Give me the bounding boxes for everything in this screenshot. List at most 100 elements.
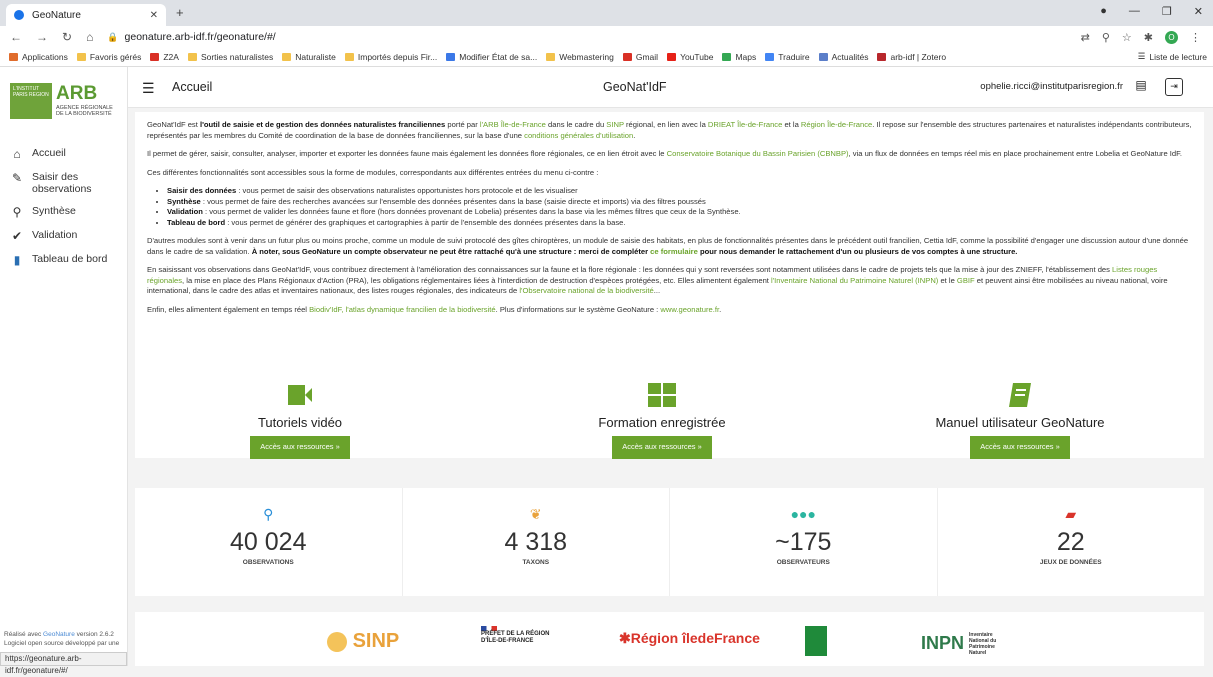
cgu-link[interactable]: conditions générales d'utilisation (524, 131, 633, 140)
arb-logo[interactable]: L'INSTITUT PARIS REGION ARB AGENCE RÉGIO… (10, 83, 122, 121)
url-field[interactable]: 🔒 geonature.arb-idf.fr/geonature/#/ (107, 31, 275, 43)
inpn-logo[interactable]: INPN Inventaire National du Patrimoine N… (921, 632, 1009, 656)
maximize-icon[interactable]: ❐ (1162, 5, 1172, 18)
video-icon (288, 385, 312, 405)
bookmark-item[interactable]: arb-idf | Zotero (877, 52, 946, 62)
logout-icon[interactable]: ⇥ (1165, 78, 1183, 96)
prefet-logo[interactable]: PRÉFET DE LA RÉGION D'ÎLE-DE-FRANCE (481, 626, 561, 645)
lock-icon: 🔒 (107, 31, 119, 42)
folder-icon (344, 53, 354, 61)
region-logo[interactable]: ✱Région îledeFrance (619, 630, 760, 647)
profile-dot-icon[interactable]: ● (1100, 5, 1107, 18)
sidebar-footer: Réalisé avec GeoNature version 2.6.2 Log… (4, 631, 120, 647)
resource-manuel: Manuel utilisateur GeoNature Accès aux r… (910, 382, 1130, 459)
modules-list: Saisir des données : vous permet de sais… (147, 186, 1192, 228)
leaf-icon: ❦ (529, 506, 542, 522)
intro-paragraph: En saisissant vos observations dans GeoN… (147, 265, 1168, 295)
bookmark-item[interactable]: YouTube (667, 52, 713, 62)
bookmark-apps[interactable]: Applications (9, 52, 68, 62)
arb-logo-subtitle: AGENCE RÉGIONALE DE LA BIODIVERSITÉ (56, 105, 113, 117)
resource-button[interactable]: Accès aux ressources » (250, 436, 350, 459)
cbnbp-link[interactable]: Conservatoire Botanique du Bassin Parisi… (667, 149, 849, 158)
onb-link[interactable]: l'Observatoire national de la biodiversi… (519, 286, 653, 295)
bookmark-item[interactable]: Gmail (622, 52, 658, 62)
window-controls: ● — ❐ ✕ (1100, 5, 1203, 18)
stat-label: TAXONS (522, 559, 550, 566)
gmail-icon (150, 53, 160, 61)
menu-dots-icon[interactable]: ⋮ (1190, 31, 1201, 44)
arb-link[interactable]: l'ARB Île-de-France (480, 120, 546, 129)
book-icon (1009, 383, 1031, 407)
bookmark-item[interactable]: Traduire (765, 52, 810, 62)
intro-card: GeoNat'IdF est l'outil de saisie et de g… (135, 112, 1204, 459)
intro-paragraph: Ces différentes fonctionnalités sont acc… (147, 167, 599, 177)
bookmark-item[interactable]: Naturaliste (282, 52, 336, 62)
geonature-favicon-icon (14, 10, 24, 20)
back-icon[interactable]: ← (10, 30, 22, 44)
biodividf-link[interactable]: Biodiv'IdF, l'atlas dynamique francilien… (309, 305, 496, 314)
extensions-icon[interactable]: ✱ (1144, 31, 1153, 44)
bookmark-item[interactable]: Webmastering (546, 52, 614, 62)
bookmark-item[interactable]: Importés depuis Fir... (344, 52, 437, 62)
bookmark-item[interactable]: Sorties naturalistes (187, 52, 273, 62)
browser-tab[interactable]: GeoNature ✕ (6, 4, 166, 26)
forward-icon[interactable]: → (36, 30, 48, 44)
arb-logo-text: ARB (56, 83, 98, 104)
main-content: GeoNat'IdF est l'outil de saisie et de g… (128, 108, 1213, 666)
bookmark-item[interactable]: Actualités (818, 52, 868, 62)
sinp-link[interactable]: SINP (606, 120, 624, 129)
profile-avatar[interactable]: O (1165, 30, 1178, 44)
new-tab-icon[interactable]: + (176, 5, 184, 20)
resource-button[interactable]: Accès aux ressources » (970, 436, 1070, 459)
minimize-icon[interactable]: — (1129, 5, 1140, 18)
bookmark-item[interactable]: Z2A (150, 52, 179, 62)
news-icon (818, 53, 828, 61)
search-icon: ⚲ (12, 205, 22, 219)
translate-icon[interactable]: ⇄ (1081, 31, 1090, 44)
sinp-sun-icon (327, 631, 347, 652)
sidebar: L'INSTITUT PARIS REGION ARB AGENCE RÉGIO… (0, 67, 128, 675)
resource-formation: Formation enregistrée Accès aux ressourc… (552, 382, 772, 459)
bookmark-item[interactable]: Modifier État de sa... (446, 52, 537, 62)
folder-icon (546, 53, 556, 61)
resource-button[interactable]: Accès aux ressources » (612, 436, 712, 459)
notebook-icon[interactable]: ▤ (1133, 78, 1149, 94)
list-item: Synthèse : vous permet de faire des rech… (167, 197, 1192, 208)
stat-taxons: ❦ 4 318 TAXONS (401, 488, 670, 596)
home-icon[interactable]: ⌂ (86, 30, 93, 44)
reading-list[interactable]: ☰ Liste de lecture (1138, 51, 1207, 62)
edit-icon (446, 53, 456, 61)
app-topbar: ☰ Accueil GeoNat'IdF ophelie.ricci@insti… (128, 67, 1213, 108)
region-link[interactable]: Région Île-de-France (801, 120, 872, 129)
intro-paragraph: D'autres modules sont à venir dans un fu… (147, 236, 1189, 256)
hamburger-menu-icon[interactable]: ☰ (142, 80, 155, 97)
star-icon[interactable]: ☆ (1122, 31, 1132, 44)
sinp-logo[interactable]: SINP (327, 630, 399, 653)
drieat-link[interactable]: DRIEAT Île-de-France (708, 120, 782, 129)
menu-item-saisir[interactable]: ✎ Saisir des observations (10, 171, 107, 195)
intro-paragraph: Enfin, elles alimentent également en tem… (147, 304, 722, 314)
bookmark-item[interactable]: Favoris gérés (76, 52, 141, 62)
geonature-site-link[interactable]: www.geonature.fr (660, 305, 719, 314)
close-tab-icon[interactable]: ✕ (150, 10, 158, 21)
menu-item-tableau-de-bord[interactable]: ▮ Tableau de bord (10, 253, 108, 267)
menu-item-validation[interactable]: ✔ Validation (10, 229, 107, 243)
gbif-link[interactable]: GBIF (957, 276, 975, 285)
bookmark-item[interactable]: Maps (722, 52, 756, 62)
menu-item-synthese[interactable]: ⚲ Synthèse (10, 205, 107, 219)
close-window-icon[interactable]: ✕ (1194, 5, 1203, 18)
browser-tabbar: GeoNature ✕ + ● — ❐ ✕ (0, 0, 1213, 26)
stat-observations: ⚲ 40 024 OBSERVATIONS (135, 488, 402, 596)
menu-item-accueil[interactable]: ⌂ Accueil (10, 147, 107, 161)
cbnbp-logo[interactable] (805, 626, 827, 656)
url-text: geonature.arb-idf.fr/geonature/#/ (124, 31, 276, 43)
list-item: Tableau de bord : vous permet de générer… (167, 218, 1192, 229)
translate-icon (765, 53, 775, 61)
check-icon: ✔ (11, 229, 23, 243)
reload-icon[interactable]: ↻ (62, 30, 72, 44)
zoom-icon[interactable]: ⚲ (1102, 31, 1110, 44)
geonature-link[interactable]: GeoNature (43, 631, 75, 638)
formulaire-link[interactable]: ce formulaire (650, 247, 698, 256)
inpn-link[interactable]: l'Inventaire National du Patrimoine Natu… (771, 276, 938, 285)
institut-logo-box: L'INSTITUT PARIS REGION (10, 83, 52, 119)
